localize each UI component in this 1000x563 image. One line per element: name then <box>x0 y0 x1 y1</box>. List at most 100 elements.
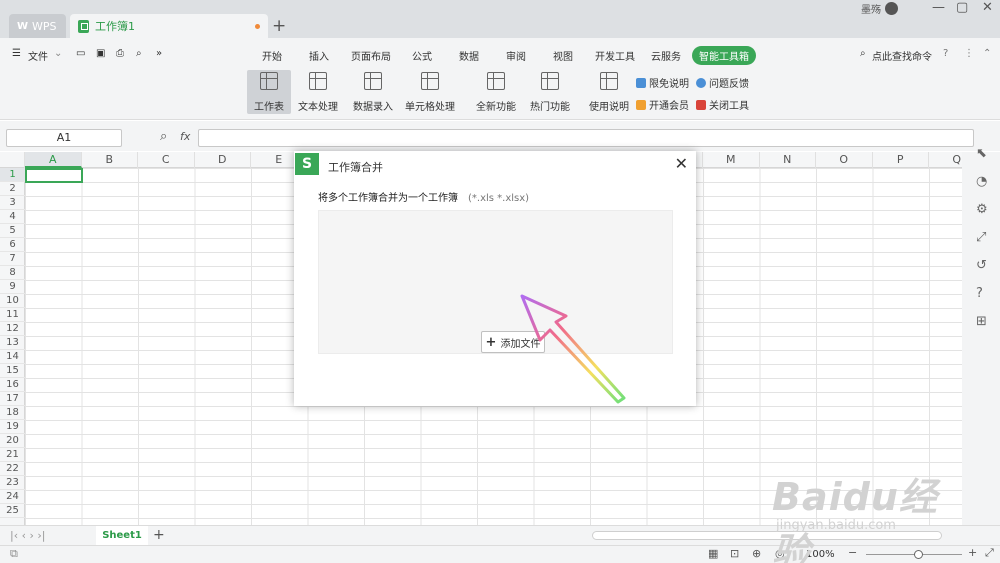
feedback-link[interactable]: 问题反馈 <box>696 75 749 90</box>
formula-input[interactable] <box>198 129 974 147</box>
column-header[interactable]: B <box>82 152 138 168</box>
column-header[interactable]: Q <box>929 152 962 168</box>
menu-page-layout[interactable]: 页面布局 <box>351 48 391 63</box>
row-header[interactable]: 5 <box>0 224 25 238</box>
new-tab-button[interactable]: + <box>272 16 286 36</box>
minimize-button[interactable]: — <box>932 0 945 15</box>
column-header[interactable]: O <box>816 152 873 168</box>
menu-home[interactable]: 开始 <box>262 48 282 63</box>
close-window-button[interactable]: ✕ <box>982 0 993 15</box>
page-break-icon[interactable]: ⊡ <box>730 547 739 560</box>
row-header[interactable]: 3 <box>0 196 25 210</box>
row-header[interactable]: 22 <box>0 462 25 476</box>
hot-features-button[interactable]: 热门功能 <box>527 70 573 114</box>
close-tool-link[interactable]: 关闭工具 <box>696 97 749 112</box>
column-header[interactable]: M <box>703 152 760 168</box>
row-header[interactable]: 4 <box>0 210 25 224</box>
collapse-ribbon-icon[interactable]: ⌃ <box>983 48 991 59</box>
row-header[interactable]: 11 <box>0 308 25 322</box>
print-preview-icon[interactable]: ⌕ <box>136 48 142 59</box>
column-header[interactable]: D <box>195 152 251 168</box>
text-process-button[interactable]: 文本处理 <box>296 70 340 114</box>
menu-formula[interactable]: 公式 <box>412 48 432 63</box>
row-header[interactable]: 6 <box>0 238 25 252</box>
help-circle-icon[interactable]: ? <box>976 286 983 301</box>
dialog-close-button[interactable]: ✕ <box>675 154 688 173</box>
open-membership-link[interactable]: 开通会员 <box>636 97 689 112</box>
row-header[interactable]: 16 <box>0 378 25 392</box>
row-header[interactable]: 1 <box>0 168 25 182</box>
page-layout-icon[interactable]: ⊕ <box>752 547 761 560</box>
wps-home-tab[interactable]: W WPS <box>9 14 66 38</box>
more-icon[interactable]: » <box>156 48 162 59</box>
row-header[interactable]: 24 <box>0 490 25 504</box>
row-header[interactable]: 20 <box>0 434 25 448</box>
new-features-button[interactable]: 全新功能 <box>473 70 519 114</box>
first-sheet-icon[interactable]: |‹ ‹ › ›| <box>10 529 46 542</box>
row-header[interactable]: 17 <box>0 392 25 406</box>
row-header[interactable]: 14 <box>0 350 25 364</box>
row-header[interactable]: 23 <box>0 476 25 490</box>
zoom-search-icon[interactable]: ⌕ <box>160 129 167 144</box>
open-membership-label: 开通会员 <box>649 101 689 112</box>
row-header[interactable]: 13 <box>0 336 25 350</box>
help-icon[interactable]: ? <box>943 48 948 59</box>
history-icon[interactable]: ↺ <box>976 258 987 273</box>
usage-guide-button[interactable]: 使用说明 <box>588 70 630 114</box>
apps-grid-icon[interactable]: ⊞ <box>976 314 987 329</box>
more-options-icon[interactable]: ⋮ <box>964 48 974 59</box>
column-header[interactable]: C <box>138 152 195 168</box>
command-search[interactable]: 点此查找命令 <box>872 48 932 63</box>
normal-view-icon[interactable]: ▦ <box>708 547 718 560</box>
add-sheet-button[interactable]: + <box>153 527 165 543</box>
row-header[interactable]: 8 <box>0 266 25 280</box>
file-menu[interactable]: 文件 <box>28 48 48 63</box>
hamburger-icon[interactable]: ☰ <box>12 48 21 59</box>
user-account[interactable]: 墨殇 <box>861 1 898 16</box>
maximize-button[interactable]: ▢ <box>956 0 968 15</box>
zoom-in-button[interactable]: + <box>968 546 977 559</box>
save-icon[interactable]: ▣ <box>96 48 105 59</box>
row-header[interactable]: 9 <box>0 280 25 294</box>
select-all-corner[interactable] <box>0 152 25 168</box>
row-header[interactable]: 21 <box>0 448 25 462</box>
column-header[interactable]: A <box>25 152 82 168</box>
function-button[interactable]: fx <box>180 130 190 143</box>
cursor-icon[interactable]: ⬉ <box>976 146 987 161</box>
macro-icon[interactable]: ⧉ <box>10 547 18 561</box>
row-header[interactable]: 19 <box>0 420 25 434</box>
cell-process-button[interactable]: 单元格处理 <box>402 70 458 114</box>
row-header[interactable]: 10 <box>0 294 25 308</box>
name-box[interactable]: A1 <box>6 129 122 147</box>
row-header[interactable]: 18 <box>0 406 25 420</box>
row-header[interactable]: 12 <box>0 322 25 336</box>
cell-process-icon <box>421 72 439 90</box>
row-header[interactable]: 2 <box>0 182 25 196</box>
menu-insert[interactable]: 插入 <box>309 48 329 63</box>
fullscreen-icon[interactable]: ⤢ <box>985 546 994 560</box>
shapes-icon[interactable]: ◔ <box>976 174 987 189</box>
column-header[interactable]: P <box>873 152 929 168</box>
menu-smart-toolbox[interactable]: 智能工具箱 <box>692 46 756 65</box>
adjust-icon[interactable]: ⚙ <box>976 202 988 217</box>
workbook-tab[interactable]: 工作簿1 <box>70 14 268 38</box>
menu-view[interactable]: 视图 <box>553 48 573 63</box>
transform-icon[interactable]: ⤢ <box>976 230 986 245</box>
ribbon-toolbar: 工作表 文本处理 数据录入 单元格处理 全新功能 热门功能 使用说明 限免说明 … <box>0 68 1000 120</box>
row-header[interactable]: 7 <box>0 252 25 266</box>
sheet-tab-sheet1[interactable]: Sheet1 <box>96 526 148 545</box>
menu-developer[interactable]: 开发工具 <box>595 48 635 63</box>
data-entry-button[interactable]: 数据录入 <box>348 70 398 114</box>
row-header[interactable]: 15 <box>0 364 25 378</box>
baidu-watermark: Baidu经验 jingyan.baidu.com <box>768 458 952 563</box>
column-header[interactable]: N <box>760 152 816 168</box>
open-folder-icon[interactable]: ▭ <box>76 48 85 59</box>
menu-data[interactable]: 数据 <box>459 48 479 63</box>
worksheet-button[interactable]: 工作表 <box>247 70 291 114</box>
menu-cloud[interactable]: 云服务 <box>651 48 681 63</box>
row-header[interactable]: 25 <box>0 504 25 518</box>
menu-review[interactable]: 审阅 <box>506 48 526 63</box>
print-icon[interactable]: ⎙ <box>116 48 124 59</box>
free-info-link[interactable]: 限免说明 <box>636 75 689 90</box>
selected-cell-a1[interactable] <box>25 168 83 183</box>
